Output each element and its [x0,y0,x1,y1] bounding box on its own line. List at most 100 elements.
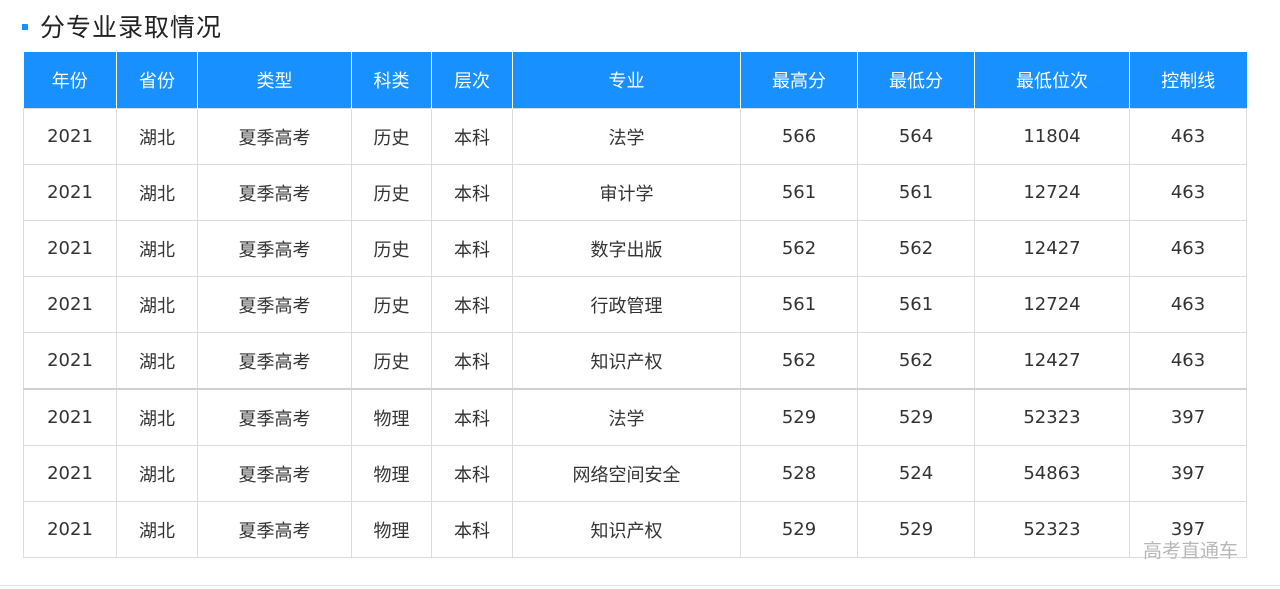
cell-min-rank: 52323 [974,388,1130,446]
cell-major: 行政管理 [512,276,741,333]
cell-max-score: 566 [740,108,858,165]
cell-subject-category: 历史 [351,332,432,390]
cell-province: 湖北 [116,332,198,390]
header-province: 省份 [116,52,198,109]
cell-year: 2021 [23,501,117,558]
cell-year: 2021 [23,108,117,165]
section-header: 分专业录取情况 [22,6,222,46]
cell-min-score: 564 [857,108,975,165]
admission-table: 年份 省份 类型 科类 层次 专业 最高分 最低分 最低位次 控制线 2021 湖… [23,52,1247,558]
cell-type: 夏季高考 [197,445,352,502]
cell-subject-category: 物理 [351,388,432,446]
table-row: 2021 湖北 夏季高考 物理 本科 网络空间安全 528 524 54863 397 [23,445,1247,502]
header-level: 层次 [431,52,513,109]
cell-min-score: 561 [857,276,975,333]
cell-level: 本科 [431,164,513,221]
cell-subject-category: 物理 [351,445,432,502]
cell-province: 湖北 [116,164,198,221]
cell-min-rank: 54863 [974,445,1130,502]
cell-min-rank: 12724 [974,276,1130,333]
cell-min-rank: 52323 [974,501,1130,558]
cell-min-rank: 12427 [974,332,1130,390]
cell-min-score: 562 [857,332,975,390]
cell-year: 2021 [23,445,117,502]
cell-max-score: 528 [740,445,858,502]
cell-major: 审计学 [512,164,741,221]
cell-year: 2021 [23,276,117,333]
cell-major: 知识产权 [512,501,741,558]
cell-major: 法学 [512,108,741,165]
cell-min-score: 562 [857,220,975,277]
cell-level: 本科 [431,332,513,390]
cell-year: 2021 [23,220,117,277]
cell-province: 湖北 [116,108,198,165]
cell-province: 湖北 [116,445,198,502]
table-row: 2021 湖北 夏季高考 历史 本科 审计学 561 561 12724 463 [23,164,1247,221]
cell-level: 本科 [431,276,513,333]
cell-province: 湖北 [116,501,198,558]
cell-min-rank: 12427 [974,220,1130,277]
cell-max-score: 561 [740,164,858,221]
cell-type: 夏季高考 [197,501,352,558]
cell-max-score: 562 [740,220,858,277]
table-header-row: 年份 省份 类型 科类 层次 专业 最高分 最低分 最低位次 控制线 [23,52,1247,109]
table-row: 2021 湖北 夏季高考 历史 本科 知识产权 562 562 12427 463 [23,332,1247,390]
cell-control-line: 463 [1129,332,1247,390]
cell-year: 2021 [23,388,117,446]
header-subject-category: 科类 [351,52,432,109]
header-control-line: 控制线 [1129,52,1247,109]
cell-min-rank: 12724 [974,164,1130,221]
header-type: 类型 [197,52,352,109]
table-row: 2021 湖北 夏季高考 历史 本科 行政管理 561 561 12724 463 [23,276,1247,333]
table-body: 2021 湖北 夏季高考 历史 本科 法学 566 564 11804 463 2021 湖北 夏季高考… [23,108,1247,558]
cell-control-line: 397 [1129,388,1247,446]
section-title: 分专业录取情况 [40,13,223,42]
cell-subject-category: 历史 [351,276,432,333]
cell-year: 2021 [23,164,117,221]
cell-min-score: 561 [857,164,975,221]
cell-province: 湖北 [116,276,198,333]
cell-min-score: 524 [857,445,975,502]
cell-type: 夏季高考 [197,388,352,446]
watermark: 高考直通车 [1143,540,1239,562]
cell-level: 本科 [431,108,513,165]
cell-type: 夏季高考 [197,332,352,390]
cell-type: 夏季高考 [197,276,352,333]
table-row: 2021 湖北 夏季高考 物理 本科 法学 529 529 52323 397 [23,388,1247,446]
cell-max-score: 561 [740,276,858,333]
header-max-score: 最高分 [740,52,858,109]
table-row: 2021 湖北 夏季高考 历史 本科 数字出版 562 562 12427 463 [23,220,1247,277]
cell-year: 2021 [23,332,117,390]
cell-level: 本科 [431,388,513,446]
cell-control-line: 463 [1129,164,1247,221]
cell-max-score: 529 [740,388,858,446]
cell-level: 本科 [431,501,513,558]
cell-min-score: 529 [857,501,975,558]
table-row: 2021 湖北 夏季高考 历史 本科 法学 566 564 11804 463 [23,108,1247,165]
header-year: 年份 [23,52,117,109]
cell-subject-category: 历史 [351,164,432,221]
cell-province: 湖北 [116,388,198,446]
cell-control-line: 397 [1129,445,1247,502]
cell-major: 数字出版 [512,220,741,277]
table-row: 2021 湖北 夏季高考 物理 本科 知识产权 529 529 52323 397 [23,501,1247,558]
cell-subject-category: 历史 [351,108,432,165]
cell-type: 夏季高考 [197,108,352,165]
cell-min-rank: 11804 [974,108,1130,165]
cell-major: 网络空间安全 [512,445,741,502]
cell-level: 本科 [431,220,513,277]
header-min-score: 最低分 [857,52,975,109]
cell-control-line: 463 [1129,220,1247,277]
header-major: 专业 [512,52,741,109]
cell-major: 法学 [512,388,741,446]
cell-subject-category: 物理 [351,501,432,558]
cell-type: 夏季高考 [197,164,352,221]
cell-min-score: 529 [857,388,975,446]
cell-type: 夏季高考 [197,220,352,277]
cell-subject-category: 历史 [351,220,432,277]
cell-province: 湖北 [116,220,198,277]
cell-control-line: 463 [1129,276,1247,333]
footer-divider [0,585,1280,586]
cell-level: 本科 [431,445,513,502]
cell-max-score: 529 [740,501,858,558]
